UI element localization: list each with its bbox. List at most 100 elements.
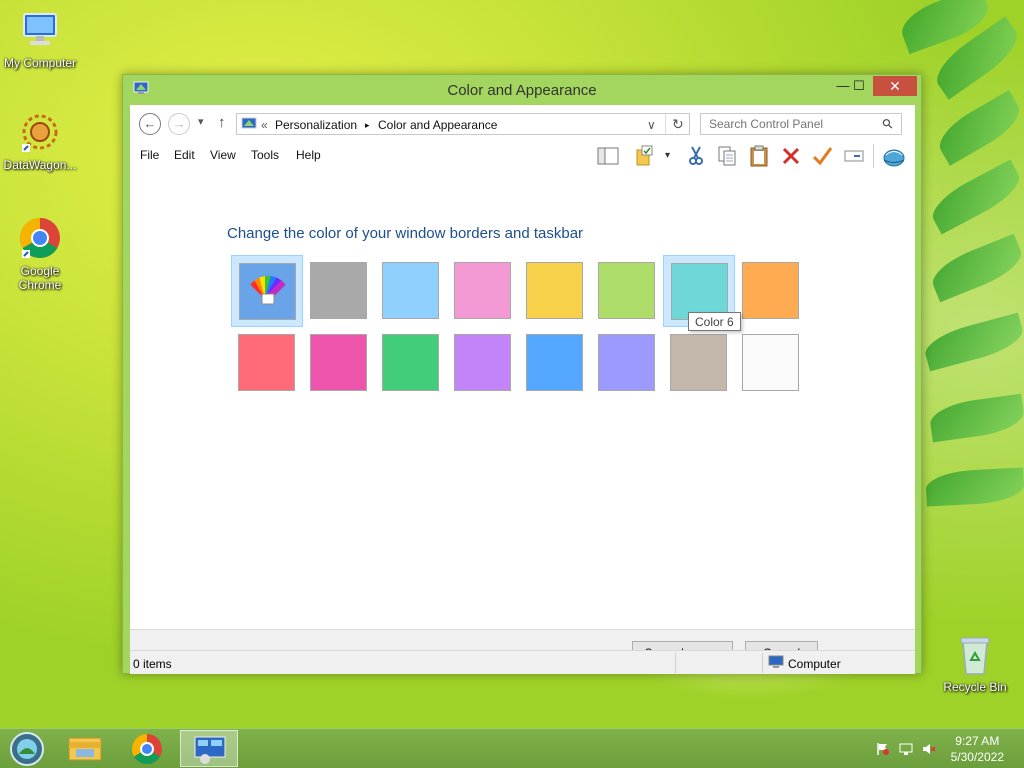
title-bar[interactable]: Color and Appearance — ☐ ✕: [123, 75, 921, 105]
start-button[interactable]: [0, 730, 58, 767]
delete-icon[interactable]: [780, 145, 802, 167]
desktop-icon-recycle-bin[interactable]: Recycle Bin: [935, 632, 1015, 694]
swatch-fill: [526, 334, 583, 391]
menu-edit[interactable]: Edit: [174, 148, 195, 162]
datawagon-icon: [18, 110, 62, 154]
toolbar-divider: [873, 144, 874, 168]
status-divider: [762, 653, 763, 673]
color-1-swatch[interactable]: [303, 255, 375, 327]
swatch-fill: [310, 334, 367, 391]
color-10-swatch[interactable]: [375, 327, 447, 399]
address-divider: [665, 114, 666, 134]
menu-bar: File Edit View Tools Help ▾: [130, 141, 915, 171]
layout-pane-icon[interactable]: [597, 145, 619, 167]
taskbar: 9:27 AM 5/30/2022: [0, 728, 1024, 768]
color-14-swatch[interactable]: [663, 327, 735, 399]
swatch-fill: [742, 262, 799, 319]
swatch-fill: [526, 262, 583, 319]
breadcrumb-overflow[interactable]: «: [261, 118, 268, 132]
swatch-fill: [310, 262, 367, 319]
address-bar[interactable]: « Personalization ▸ Color and Appearance…: [236, 113, 690, 135]
swatch-fill: [598, 262, 655, 319]
color-7-swatch[interactable]: [735, 255, 807, 327]
forward-button[interactable]: →: [168, 113, 190, 135]
search-icon[interactable]: ⚲: [879, 115, 897, 133]
swatch-fill: [454, 262, 511, 319]
desktop-icon-label: DataWagon...: [3, 158, 77, 172]
action-center-flag-icon[interactable]: [876, 742, 890, 756]
folder-options-icon[interactable]: [635, 145, 657, 167]
globe-icon[interactable]: [882, 145, 905, 167]
color-15-swatch[interactable]: [735, 327, 807, 399]
swatch-fill: [382, 262, 439, 319]
menu-help[interactable]: Help: [296, 148, 321, 162]
page-heading: Change the color of your window borders …: [227, 225, 584, 242]
menu-file[interactable]: File: [140, 148, 159, 162]
color-3-swatch[interactable]: [447, 255, 519, 327]
recent-locations-dropdown[interactable]: ▾: [198, 115, 204, 128]
swatch-fill: [598, 334, 655, 391]
search-box[interactable]: ⚲: [700, 113, 902, 135]
status-divider: [675, 653, 676, 673]
back-button[interactable]: ←: [139, 113, 161, 135]
navigation-bar: ← → ▾ ↑ « Personalization ▸ Color and Ap…: [130, 105, 915, 141]
swatch-fill: [454, 334, 511, 391]
volume-muted-icon[interactable]: [922, 742, 936, 756]
window-client-area: ← → ▾ ↑ « Personalization ▸ Color and Ap…: [130, 105, 915, 674]
up-button[interactable]: ↑: [218, 114, 226, 131]
menu-tools[interactable]: Tools: [251, 148, 279, 162]
clock-time: 9:27 AM: [955, 734, 1000, 748]
desktop-icon-my-computer[interactable]: My Computer: [0, 8, 80, 70]
control-panel-taskbar-button[interactable]: [180, 730, 238, 767]
close-button[interactable]: ✕: [873, 76, 917, 96]
control-panel-small-icon: [241, 117, 257, 134]
network-icon[interactable]: [899, 742, 913, 756]
desktop-icon-label: Recycle Bin: [943, 680, 1007, 694]
swatch-fill: [238, 334, 295, 391]
color-9-swatch[interactable]: [303, 327, 375, 399]
cut-icon[interactable]: [685, 145, 707, 167]
color-13-swatch[interactable]: [591, 327, 663, 399]
breadcrumb-personalization[interactable]: Personalization: [275, 118, 357, 132]
swatch-tooltip: Color 6: [688, 312, 741, 331]
swatch-fill: [239, 263, 296, 320]
color-12-swatch[interactable]: [519, 327, 591, 399]
chrome-taskbar-button[interactable]: [118, 730, 176, 767]
color-11-swatch[interactable]: [447, 327, 519, 399]
search-input[interactable]: [709, 114, 879, 134]
swatch-fill: [742, 334, 799, 391]
location-label: Computer: [788, 657, 841, 671]
options-dropdown-icon[interactable]: ▾: [665, 150, 670, 161]
swatch-fill: [382, 334, 439, 391]
color-appearance-window: Color and Appearance — ☐ ✕ ← → ▾ ↑ « Per…: [122, 74, 922, 674]
breadcrumb-color-appearance[interactable]: Color and Appearance: [378, 118, 497, 132]
menu-view[interactable]: View: [210, 148, 236, 162]
rename-icon[interactable]: [843, 145, 865, 167]
color-mixer-icon: [250, 275, 286, 305]
address-dropdown-button[interactable]: ∨: [647, 118, 656, 132]
custom-color-mixer-swatch[interactable]: [231, 255, 303, 327]
properties-check-icon[interactable]: [811, 145, 833, 167]
status-bar: 0 items Computer: [130, 650, 915, 674]
color-4-swatch[interactable]: [519, 255, 591, 327]
color-5-swatch[interactable]: [591, 255, 663, 327]
maximize-button[interactable]: ☐: [845, 76, 873, 96]
item-count: 0 items: [133, 657, 172, 671]
desktop-icon-datawagon[interactable]: DataWagon...: [0, 110, 80, 172]
color-8-swatch[interactable]: [231, 327, 303, 399]
breadcrumb-separator[interactable]: ▸: [365, 120, 370, 131]
recycle-bin-icon: [953, 632, 997, 676]
copy-icon[interactable]: [716, 145, 738, 167]
computer-icon: [18, 8, 62, 52]
chrome-icon: [18, 216, 62, 260]
system-clock[interactable]: 9:27 AM 5/30/2022: [951, 733, 1004, 765]
desktop-icon-label: Google Chrome: [18, 264, 62, 292]
refresh-button[interactable]: ↻: [672, 116, 684, 133]
file-explorer-taskbar-button[interactable]: [56, 730, 114, 767]
color-2-swatch[interactable]: [375, 255, 447, 327]
desktop-icon-google-chrome[interactable]: Google Chrome: [0, 216, 80, 292]
window-title: Color and Appearance: [447, 82, 597, 99]
clock-date: 5/30/2022: [950, 750, 1004, 764]
paste-icon[interactable]: [748, 145, 770, 167]
computer-small-icon: [768, 655, 784, 672]
